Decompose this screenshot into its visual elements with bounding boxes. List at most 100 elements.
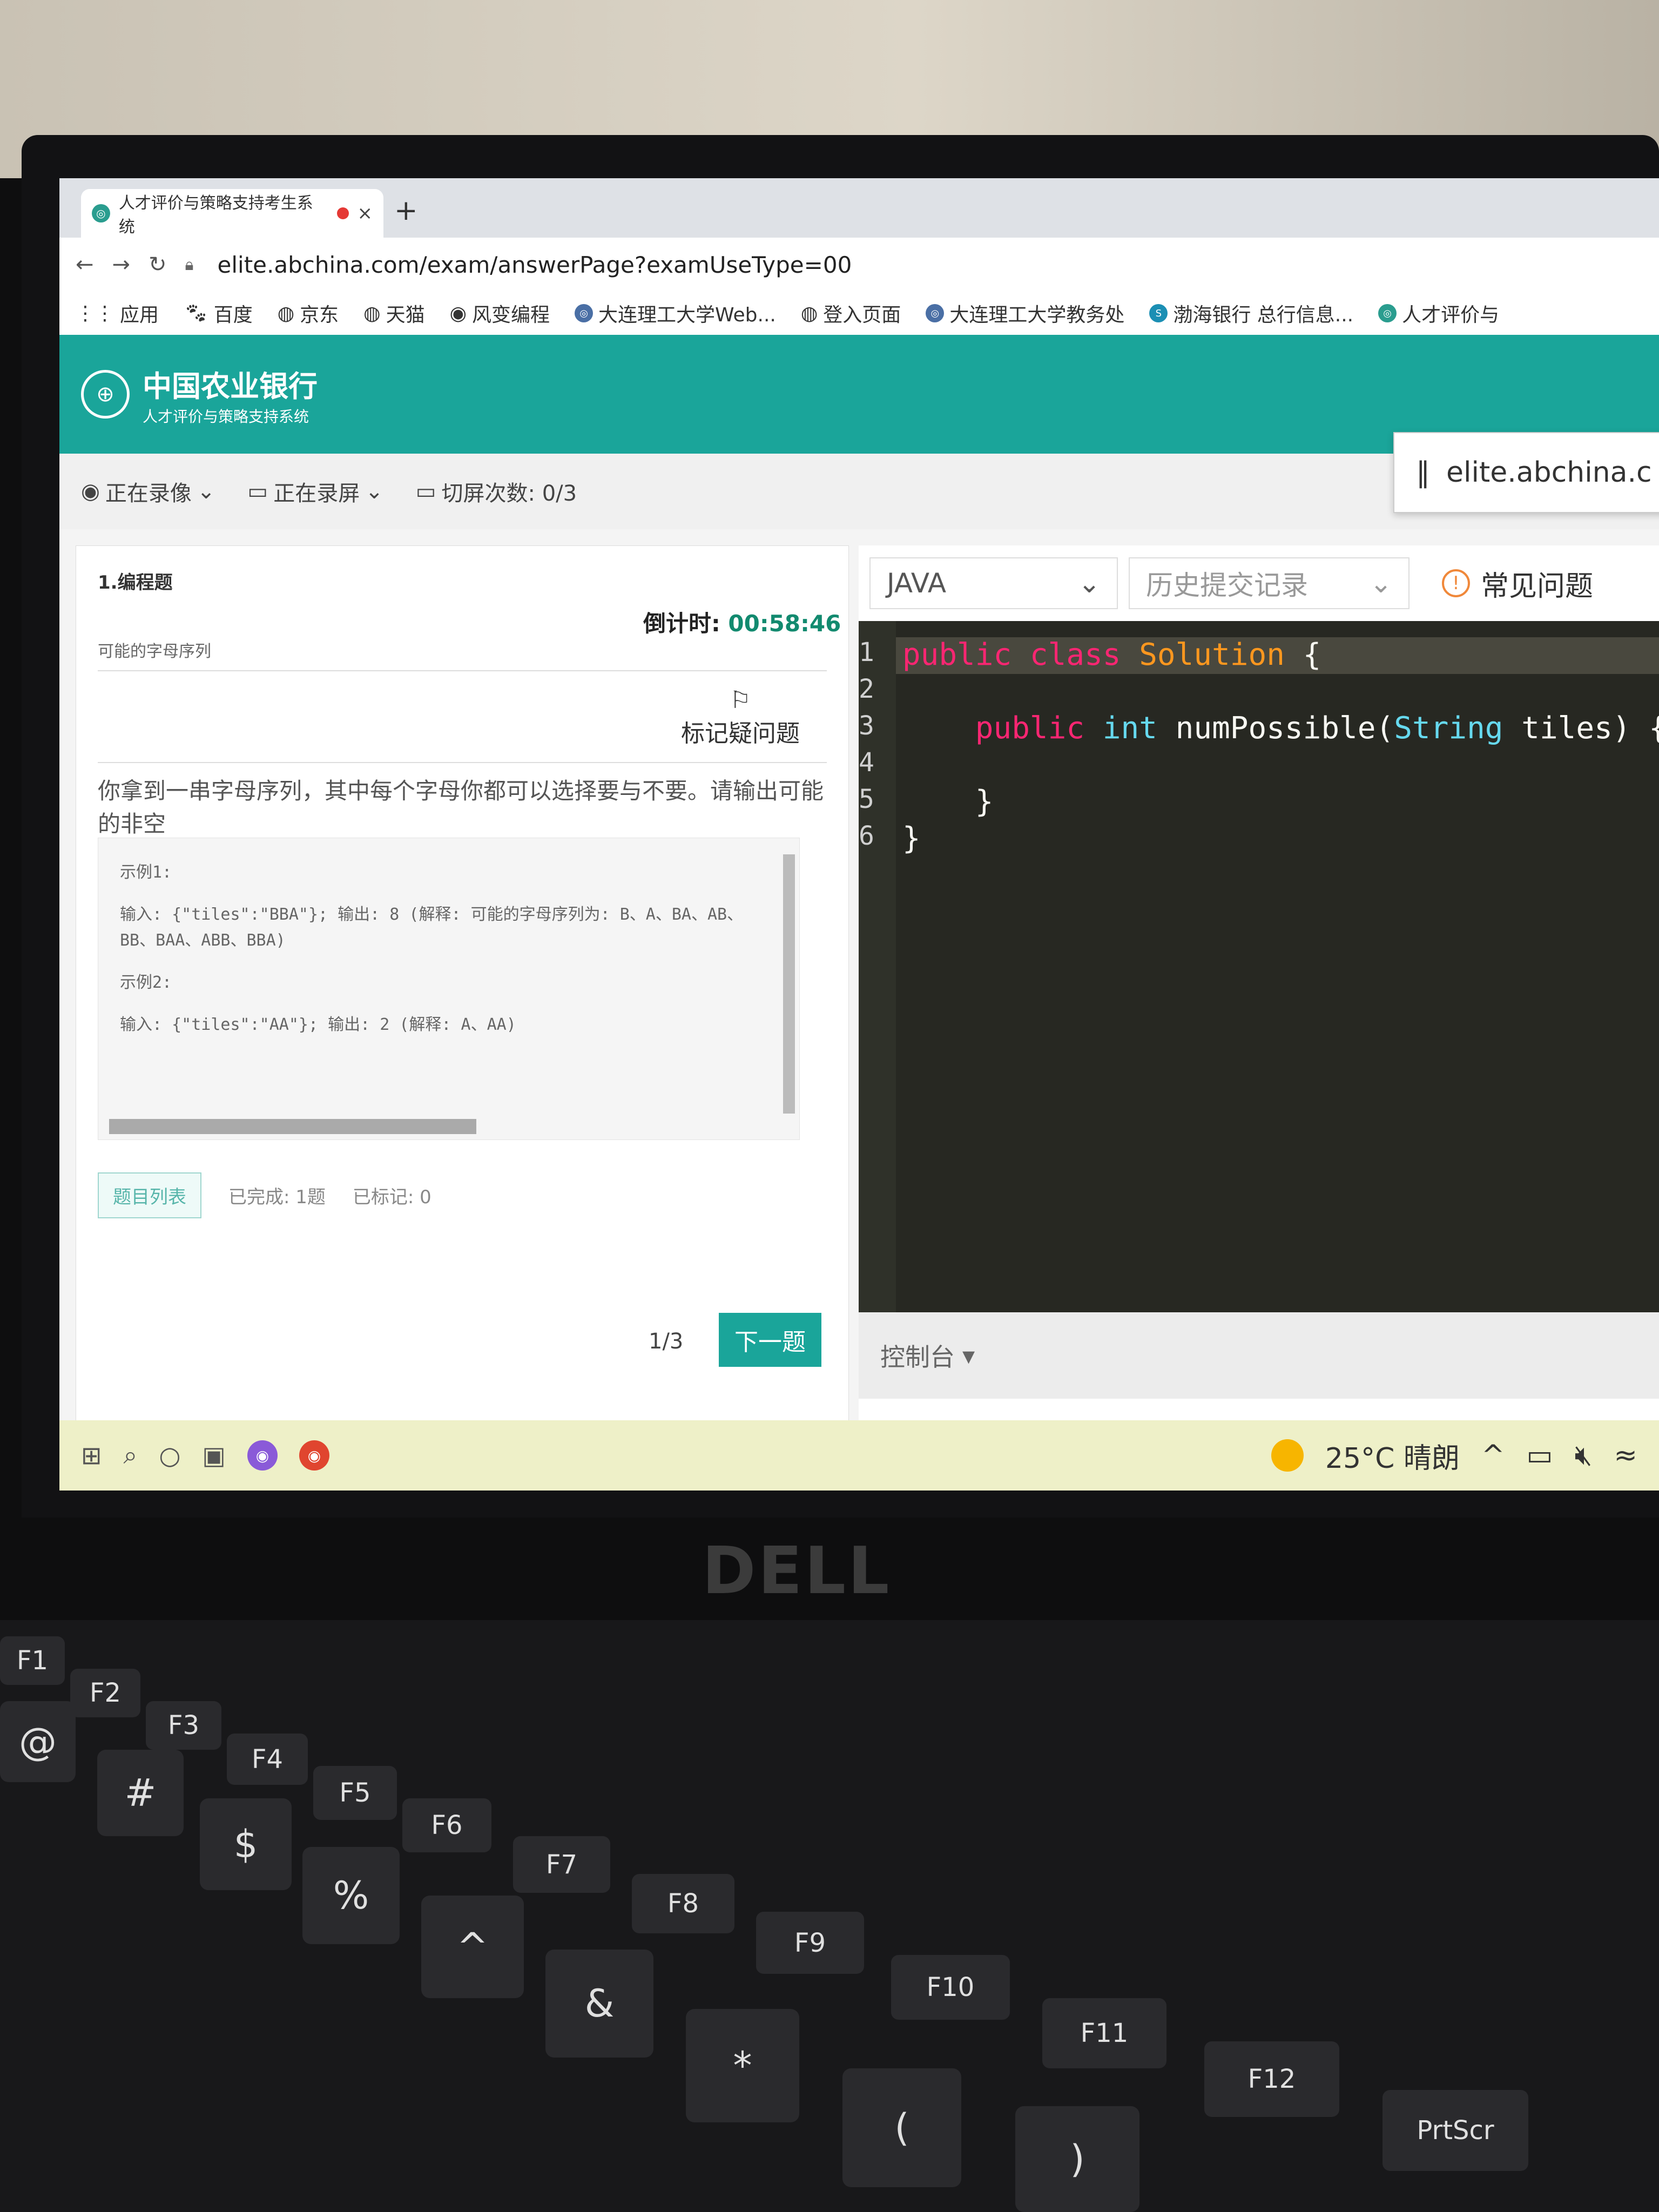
chrome-icon[interactable]: ◉	[299, 1440, 329, 1471]
key-f4[interactable]: F4	[227, 1734, 308, 1785]
line-number: 3	[859, 711, 874, 741]
editor-panel: JAVA ⌄ 历史提交记录 ⌄ ! 常见问题 1 2 3 4 5 6 publi…	[859, 545, 1659, 1491]
code-line: }	[902, 821, 921, 856]
key-prtscr[interactable]: PrtScr	[1382, 2090, 1528, 2171]
question-panel: 1.编程题 倒计时: 00:58:46 可能的字母序列 ⚐ 标记疑问题 你拿到一…	[76, 545, 849, 1421]
key-hash[interactable]: #	[97, 1750, 184, 1836]
cortana-icon[interactable]: ○	[159, 1441, 180, 1470]
key-at[interactable]: @	[0, 1701, 76, 1782]
back-icon[interactable]: ←	[76, 252, 94, 277]
weather-text[interactable]: 25°C 晴朗	[1325, 1435, 1460, 1476]
page-indicator: 1/3	[649, 1329, 684, 1354]
search-icon[interactable]: ⌕	[124, 1440, 138, 1471]
key-f12[interactable]: F12	[1204, 2041, 1339, 2117]
key-f6[interactable]: F6	[402, 1798, 491, 1852]
task-view-icon[interactable]: ▣	[202, 1441, 225, 1470]
code-area[interactable]: public class Solution { public int numPo…	[895, 621, 1659, 1312]
bookmark-talent-eval[interactable]: ◎ 人才评价与	[1378, 299, 1499, 327]
code-line: public int numPossible(String tiles) {	[975, 711, 1659, 746]
monitor-icon: ▭	[415, 479, 436, 504]
horizontal-scrollbar[interactable]	[109, 1119, 476, 1134]
windows-start-icon[interactable]: ⊞	[81, 1441, 102, 1470]
windows-taskbar: ⊞ ⌕ ○ ▣ ◉ ◉ 25°C 晴朗 ^ ▭ 🔇︎ ≈	[59, 1420, 1659, 1491]
completed-count: 已完成: 1题	[228, 1186, 326, 1208]
key-caret[interactable]: ^	[421, 1896, 524, 1998]
key-f2[interactable]: F2	[70, 1669, 140, 1717]
question-description: 你拿到一串字母序列，其中每个字母你都可以选择要与不要。请输出可能的非空	[98, 778, 824, 837]
new-tab-button[interactable]: +	[394, 194, 418, 227]
app-icon[interactable]: ◉	[247, 1440, 278, 1471]
bookmark-baidu[interactable]: 🐾︎ 百度	[184, 299, 253, 327]
url-popup[interactable]: ‖ elite.abchina.c	[1393, 432, 1659, 513]
logo-name: 中国农业银行	[143, 368, 318, 403]
bookmark-fengbian[interactable]: ◉ 风变编程	[450, 299, 550, 327]
code-line: }	[902, 784, 994, 819]
key-f1[interactable]: F1	[0, 1636, 65, 1685]
line-number: 6	[859, 821, 874, 851]
marked-count: 已标记: 0	[352, 1186, 431, 1208]
console-toggle[interactable]: 控制台 ▾	[859, 1312, 1659, 1399]
key-f10[interactable]: F10	[891, 1955, 1010, 2020]
caret-down-icon: ▾	[962, 1341, 975, 1370]
key-paren-close[interactable]: )	[1015, 2106, 1139, 2212]
key-f3[interactable]: F3	[146, 1701, 221, 1750]
globe-icon: ◍	[363, 302, 381, 325]
key-f11[interactable]: F11	[1042, 1998, 1166, 2068]
browser-tab[interactable]: ◎ 人才评价与策略支持考生系统 ×	[81, 189, 383, 238]
bookmark-bohai-bank[interactable]: S 渤海银行 总行信息...	[1149, 299, 1353, 327]
key-f8[interactable]: F8	[632, 1874, 734, 1933]
examples-box[interactable]: 示例1: 输入: {"tiles":"BBA"}; 输出: 8 (解释: 可能的…	[98, 838, 800, 1140]
bookmark-login[interactable]: ◍ 登入页面	[801, 299, 901, 327]
example2-label: 示例2:	[120, 973, 172, 992]
recording-dot-icon	[336, 207, 349, 219]
flag-question-button[interactable]: ⚐ 标记疑问题	[681, 686, 800, 748]
monitor-icon: ▭	[247, 479, 268, 504]
globe-icon: ◍	[277, 302, 295, 325]
divider	[98, 670, 827, 671]
language-select[interactable]: JAVA ⌄	[869, 557, 1118, 609]
key-paren-open[interactable]: (	[842, 2068, 961, 2187]
bookmark-dlut-web[interactable]: ◎ 大连理工大学Web...	[575, 299, 776, 327]
key-f9[interactable]: F9	[756, 1912, 864, 1974]
bookmark-dlut-office[interactable]: ◎ 大连理工大学教务处	[926, 299, 1124, 327]
bookmark-tmall[interactable]: ◍ 天猫	[363, 299, 424, 327]
forward-icon[interactable]: →	[112, 252, 131, 277]
globe-icon: ◍	[800, 302, 818, 325]
drag-handle-icon: ‖	[1416, 456, 1430, 489]
key-asterisk[interactable]: *	[686, 2009, 799, 2122]
bookmarks-bar: ⋮⋮ 应用 🐾︎ 百度 ◍ 京东 ◍ 天猫 ◉ 风变编程 ◎ 大连理工大学Web... ◍ 登…	[59, 292, 1659, 335]
line-number: 5	[859, 784, 874, 814]
battery-icon[interactable]: ▭	[1527, 1439, 1553, 1472]
bookmark-apps[interactable]: ⋮⋮ 应用	[76, 299, 159, 327]
bank-s-icon: S	[1149, 304, 1168, 322]
warning-icon: !	[1442, 569, 1470, 597]
key-ampersand[interactable]: &	[545, 1950, 653, 2058]
close-tab-icon[interactable]: ×	[358, 203, 373, 224]
key-f5[interactable]: F5	[313, 1766, 397, 1820]
key-f7[interactable]: F7	[513, 1836, 610, 1893]
sun-icon	[1271, 1439, 1304, 1472]
system-tray: 25°C 晴朗 ^ ▭ 🔇︎ ≈	[1271, 1435, 1659, 1476]
vertical-scrollbar[interactable]	[783, 854, 795, 1114]
key-dollar[interactable]: $	[200, 1798, 292, 1890]
next-question-button[interactable]: 下一题	[719, 1313, 821, 1367]
chevron-up-icon[interactable]: ^	[1481, 1439, 1505, 1472]
key-percent[interactable]: %	[302, 1847, 400, 1944]
volume-muted-icon[interactable]: 🔇︎	[1575, 1439, 1593, 1472]
recording-status[interactable]: ◉ 正在录像 ⌄	[81, 476, 215, 507]
history-select[interactable]: 历史提交记录 ⌄	[1129, 557, 1410, 609]
chevron-down-icon: ⌄	[1078, 568, 1101, 599]
university-icon: ◎	[575, 304, 594, 322]
reload-icon[interactable]: ↻	[149, 252, 167, 277]
screen-recording-status[interactable]: ▭ 正在录屏 ⌄	[247, 476, 383, 507]
divider	[98, 762, 827, 763]
wifi-icon[interactable]: ≈	[1614, 1439, 1637, 1472]
line-number-gutter: 1 2 3 4 5 6	[859, 621, 896, 1312]
question-list-button[interactable]: 题目列表	[98, 1172, 201, 1218]
lock-icon[interactable]: 🔒︎	[185, 255, 194, 274]
faq-link[interactable]: ! 常见问题	[1442, 563, 1593, 604]
bookmark-jd[interactable]: ◍ 京东	[278, 299, 339, 327]
code-editor[interactable]: 1 2 3 4 5 6 public class Solution { publ…	[859, 621, 1659, 1312]
url-field[interactable]: elite.abchina.com/exam/answerPage?examUs…	[218, 252, 852, 278]
